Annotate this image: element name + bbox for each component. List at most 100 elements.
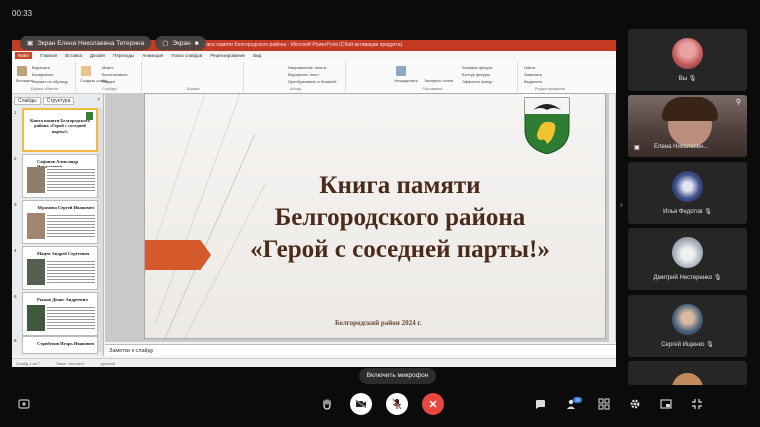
align-text-button[interactable]: Выровнять текст <box>288 72 319 77</box>
group-label: Слайды <box>102 86 117 91</box>
gear-icon[interactable] <box>628 397 642 411</box>
photo-thumb <box>27 259 45 285</box>
mic-off-icon: 🎙︎ <box>713 275 722 281</box>
shape-fill-button[interactable]: Заливка фигуры <box>462 65 493 70</box>
text-lines <box>47 305 95 331</box>
participant-tile[interactable] <box>628 361 747 385</box>
paste-button[interactable]: Вставить <box>16 78 33 83</box>
tab-transitions[interactable]: Переходы <box>113 53 134 58</box>
find-button[interactable]: Найти <box>524 65 535 70</box>
clipboard-group: Вставить Вырезать Копировать Формат по о… <box>14 62 76 92</box>
participant-tile[interactable]: Дмитрий Нестеренко 🎙︎ <box>628 228 747 290</box>
tab-animation[interactable]: Анимация <box>142 53 163 58</box>
section-button[interactable]: Раздел <box>102 79 115 84</box>
shape-effects-button[interactable]: Эффекты фигур <box>462 79 492 84</box>
slide-title-line: «Герой с соседней парты!» <box>250 236 550 263</box>
thumb-number: 2 <box>14 156 17 161</box>
group-label: Редактирование <box>534 86 566 91</box>
theme-name: Тема: «Аспект» <box>55 360 85 366</box>
close-icon <box>429 400 437 408</box>
chat-icon[interactable] <box>533 397 547 411</box>
avatar <box>672 237 703 268</box>
slide-thumbnail[interactable]: Книга памяти Белгородского района «Герой… <box>22 108 98 152</box>
reset-button[interactable]: Восстановить <box>102 72 128 77</box>
avatar <box>672 304 703 335</box>
slide-footer[interactable]: Белгородский район 2024 г. <box>335 319 421 327</box>
ribbon-tabs: Файл Главная Вставка Дизайн Переходы Ани… <box>12 51 616 60</box>
format-painter-button[interactable]: Формат по образцу <box>32 79 68 84</box>
thumb-title: Абрамова Сергей Иванович <box>37 205 94 210</box>
raise-hand-icon[interactable] <box>320 397 334 411</box>
copy-button[interactable]: Копировать <box>32 72 54 77</box>
tab-home[interactable]: Главная <box>40 53 57 58</box>
mic-off-icon: 🎙︎ <box>706 342 714 348</box>
picture-in-picture-icon[interactable] <box>659 397 673 411</box>
current-slide[interactable]: Книга памяти Белгородского района «Герой… <box>145 94 605 338</box>
pin-icon[interactable]: ⚲ <box>736 98 741 106</box>
participant-name: Дмитрий Нестеренко 🎙︎ <box>653 275 722 281</box>
slide-thumbnail[interactable]: Мацев Андрей Сергеевич <box>22 246 98 290</box>
mic-off-icon <box>392 398 402 410</box>
tab-slideshow[interactable]: Показ слайдов <box>171 53 202 58</box>
tab-review[interactable]: Рецензирование <box>210 53 245 58</box>
tab-slides[interactable]: Слайды <box>14 97 41 105</box>
slide-thumbnail[interactable]: Сафонов Александр Николаевич <box>22 154 98 198</box>
hair-shape <box>662 97 718 121</box>
thumb-number: 4 <box>14 248 17 253</box>
participant-tile[interactable]: Сергей Ищенко 🎙︎ <box>628 295 747 357</box>
select-button[interactable]: Выделить <box>524 79 542 84</box>
slide-scrollbar[interactable] <box>608 94 615 342</box>
ribbon: Вставить Вырезать Копировать Формат по о… <box>12 60 616 94</box>
grid-view-icon[interactable] <box>597 397 611 411</box>
new-slide-icon <box>81 66 91 76</box>
notes-field[interactable]: Заметки к слайду <box>105 344 616 356</box>
slide-title-line: Белгородского района <box>274 204 526 231</box>
tab-outline[interactable]: Структура <box>42 97 75 105</box>
avatar <box>672 38 703 69</box>
quick-styles-button[interactable]: Экспресс-стили <box>424 78 453 83</box>
paragraph-group: Направление текста Выровнять текст Преоб… <box>246 62 346 92</box>
tab-insert[interactable]: Вставка <box>65 53 82 58</box>
presenter-pill[interactable]: ▣ Экран Елена Николаевна Тетерина <box>20 36 152 50</box>
shared-screen[interactable]: Книга памяти Белгородского района - Micr… <box>12 40 616 367</box>
screen-capture-icon[interactable] <box>17 397 31 411</box>
slides-pane: Слайды Структура × 1 Книга памяти Белгор… <box>12 94 104 356</box>
camera-off-button[interactable] <box>350 393 372 415</box>
tab-view[interactable]: Вид <box>253 53 261 58</box>
font-group: Шрифт <box>144 62 244 92</box>
slide-title-line: Книга памяти <box>319 172 481 199</box>
editing-group: Найти Заменить Выделить Редактирование <box>520 62 580 92</box>
thumb-number: 1 <box>14 110 17 115</box>
participant-tile[interactable]: Илья Федотов 🎙︎ <box>628 162 747 224</box>
participant-tile[interactable]: ⚲ ▣ Елена Николаевн... <box>628 95 747 157</box>
slide-thumbnail[interactable]: Рыжов Денис Андреевич <box>22 292 98 336</box>
tab-file[interactable]: Файл <box>15 52 33 59</box>
slide-thumbnail[interactable]: Абрамова Сергей Иванович <box>22 200 98 244</box>
shape-outline-button[interactable]: Контур фигуры <box>462 72 490 77</box>
thumb-title: Стрибунов Игорь Иванович <box>37 341 95 346</box>
exit-fullscreen-icon[interactable] <box>690 397 704 411</box>
tab-design[interactable]: Дизайн <box>90 53 105 58</box>
pane-scrollbar[interactable] <box>98 108 103 352</box>
mic-off-button[interactable] <box>386 393 408 415</box>
participant-name: Илья Федотов 🎙︎ <box>663 209 712 215</box>
cut-button[interactable]: Вырезать <box>32 65 50 70</box>
replace-button[interactable]: Заменить <box>524 72 542 77</box>
slide-title[interactable]: Книга памяти Белгородского района «Герой… <box>205 170 595 266</box>
slide-editor[interactable]: Книга памяти Белгородского района «Герой… <box>105 94 616 342</box>
slide-thumbnail[interactable]: Стрибунов Игорь Иванович <box>22 336 98 354</box>
thumb-number: 6 <box>14 338 17 343</box>
thumb-title: Мацев Андрей Сергеевич <box>37 251 90 256</box>
arrange-icon <box>396 66 406 76</box>
text-direction-button[interactable]: Направление текста <box>288 65 326 70</box>
chevron-right-icon[interactable]: › <box>620 200 623 209</box>
screen-pill[interactable]: ▢ Экран ■ <box>155 36 206 50</box>
close-icon[interactable]: × <box>97 97 100 103</box>
slides-group: Создать слайд Макет Восстановить Раздел … <box>78 62 142 92</box>
participant-tile[interactable]: Вы 🎙︎ <box>628 29 747 91</box>
end-call-button[interactable] <box>422 393 444 415</box>
slide-arrow-shape <box>145 240 211 270</box>
layout-button[interactable]: Макет <box>102 65 113 70</box>
arrange-button[interactable]: Упорядочить <box>394 78 418 83</box>
smartart-button[interactable]: Преобразовать в SmartArt <box>288 79 337 84</box>
